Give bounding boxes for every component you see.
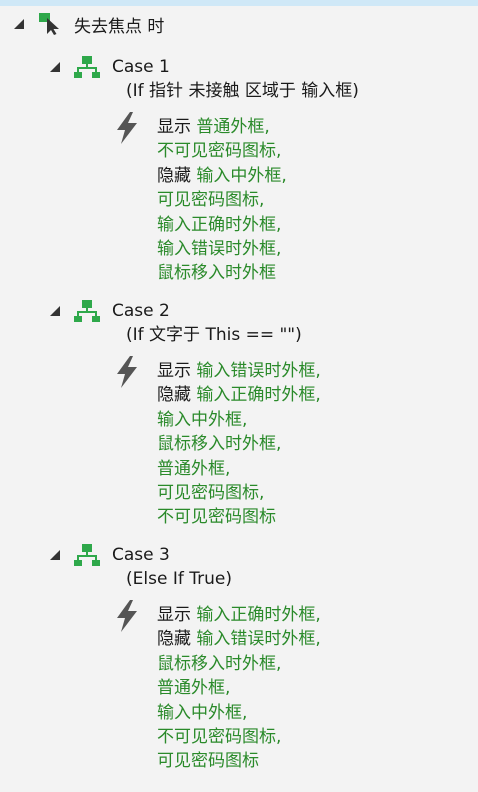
action-target: 输入中外框, [196,165,287,186]
action-target: 可见密码图标, [157,190,265,211]
event-row-lost-focus[interactable]: 失去焦点 时 [14,12,165,37]
top-selection-strip [0,0,478,6]
action-line[interactable]: 输入中外框, [157,408,247,432]
action-line[interactable]: 普通外框, [157,676,230,700]
action-line[interactable]: 可见密码图标 [157,749,259,773]
action-line[interactable]: 显示 输入正确时外框, [157,603,321,627]
action-target: 普通外框, [157,458,231,479]
case-row-1[interactable]: Case 1 [50,55,170,79]
action-target: 输入错误时外框, [157,239,282,259]
action-line[interactable]: 鼠标移入时外框, [157,432,281,456]
action-target: 输入中外框, [157,702,248,723]
case-flow-icon [74,543,100,567]
case-row-3[interactable]: Case 3 [50,543,170,567]
expand-triangle-icon[interactable] [14,19,24,29]
expand-triangle-icon[interactable] [50,62,60,72]
lightning-action-icon [114,355,140,389]
action-verb: 显示 [157,117,191,137]
action-line[interactable]: 输入中外框, [157,701,247,725]
cursor-event-icon [38,12,62,36]
action-target: 不可见密码图标, [157,727,282,747]
action-line[interactable]: 输入正确时外框, [157,213,281,237]
action-line[interactable]: 隐藏 输入正确时外框, [157,383,321,407]
action-target: 输入错误时外框, [196,629,321,650]
action-line[interactable]: 输入错误时外框, [157,237,281,261]
action-line[interactable]: 不可见密码图标 [157,505,276,529]
action-verb: 隐藏 [157,385,191,406]
action-verb: 显示 [157,605,191,625]
action-target: 鼠标移入时外框, [157,434,282,455]
action-target: 输入正确时外框, [196,605,321,625]
case-condition: (Else If True) [126,569,232,589]
event-label: 失去焦点 时 [74,16,165,37]
action-target: 输入错误时外框, [196,361,321,381]
case-label: Case 3 [112,545,170,565]
action-target: 鼠标移入时外框 [157,263,276,284]
action-target: 不可见密码图标, [157,141,282,162]
action-target: 可见密码图标, [157,483,265,503]
case-label: Case 2 [112,301,170,321]
action-target: 普通外框, [157,678,231,699]
action-target: 输入正确时外框, [157,214,282,235]
action-line[interactable]: 普通外框, [157,457,230,481]
action-line[interactable]: 显示 普通外框, [157,115,270,139]
action-verb: 显示 [157,361,191,381]
lightning-action-icon [114,111,140,145]
action-line[interactable]: 显示 输入错误时外框, [157,359,321,383]
case-condition: (If 指针 未接触 区域于 输入框) [126,81,359,101]
action-verb: 隐藏 [157,629,191,650]
expand-triangle-icon[interactable] [50,550,60,560]
action-line[interactable]: 不可见密码图标, [157,139,281,163]
action-target: 输入中外框, [157,409,248,430]
action-line[interactable]: 鼠标移入时外框 [157,261,276,285]
action-line[interactable]: 可见密码图标, [157,481,264,505]
action-target: 可见密码图标 [157,751,259,772]
case-condition: (If 文字于 This == "") [126,325,302,345]
case-label: Case 1 [112,57,170,77]
case-flow-icon [74,299,100,323]
case-flow-icon [74,55,100,79]
action-line[interactable]: 不可见密码图标, [157,725,281,749]
action-target: 鼠标移入时外框, [157,653,282,674]
action-line[interactable]: 可见密码图标, [157,188,264,212]
case-row-2[interactable]: Case 2 [50,299,170,323]
action-line[interactable]: 隐藏 输入错误时外框, [157,627,321,651]
action-target: 输入正确时外框, [196,385,321,406]
action-line[interactable]: 鼠标移入时外框, [157,652,281,676]
action-target: 不可见密码图标 [157,507,276,528]
action-line[interactable]: 隐藏 输入中外框, [157,164,287,188]
expand-triangle-icon[interactable] [50,306,60,316]
lightning-action-icon [114,599,140,633]
action-target: 普通外框, [196,117,270,137]
action-verb: 隐藏 [157,165,191,186]
